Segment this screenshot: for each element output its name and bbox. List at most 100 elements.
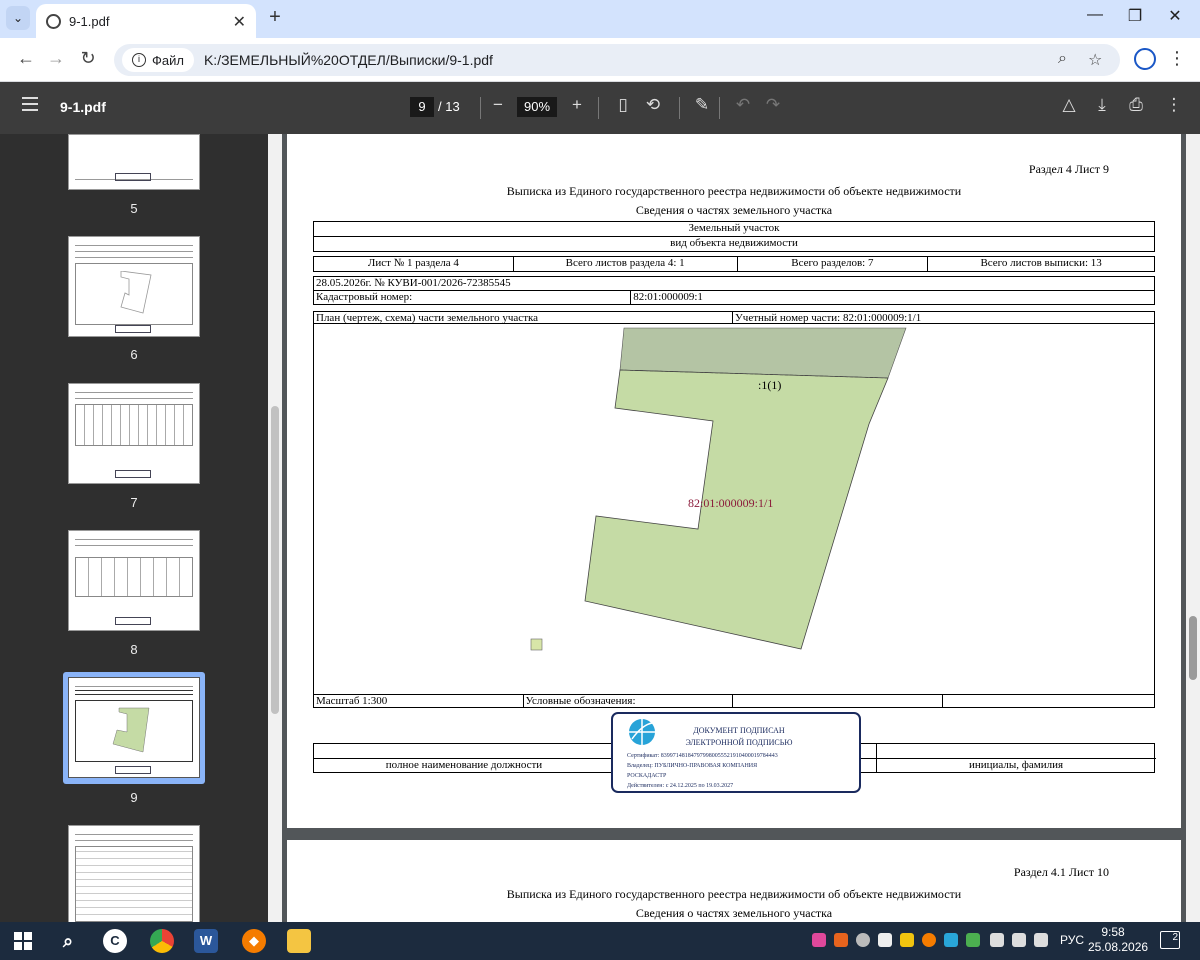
- section-sheet-label: Раздел 4 Лист 9: [1028, 162, 1109, 176]
- scale-row: Масштаб 1:300 Условные обозначения:: [313, 694, 1155, 708]
- menu-icon[interactable]: [22, 97, 38, 111]
- document-viewer: Раздел 4 Лист 9 Выписка из Единого госуд…: [282, 134, 1186, 922]
- thumbnail-label: 7: [130, 495, 138, 510]
- back-icon[interactable]: ←: [14, 48, 38, 69]
- page-number-input[interactable]: 9: [410, 97, 434, 117]
- notification-icon[interactable]: 2: [1160, 931, 1180, 949]
- browser-toolbar: ← → ↻ i Файл K:/ЗЕМЕЛЬНЫЙ%20ОТДЕЛ/Выписк…: [0, 38, 1200, 82]
- cadastral-row: Кадастровый номер: 82:01:000009:1: [313, 290, 1155, 305]
- fit-page-icon[interactable]: ▯: [611, 95, 635, 115]
- clock-time: 9:58: [1101, 925, 1125, 939]
- globe-icon: [46, 13, 61, 29]
- site-info-chip[interactable]: i Файл: [122, 48, 194, 72]
- app-c-icon[interactable]: C: [103, 929, 127, 953]
- stamp-owner2: РОСКАДАСТР: [627, 773, 667, 779]
- part-number: Учетный номер части: 82:01:000009:1/1: [735, 312, 922, 324]
- pdf-toolbar: 9-1.pdf 9 / 13 − 90% + ▯ ⟲ ✎ ↶ ↷ △ ⤓ ⎙ ⋮: [0, 82, 1200, 134]
- annotate-icon[interactable]: ✎: [690, 95, 714, 115]
- taskbar: ⌕ C W ◆ РУС 9:58 25.08.2026 2: [0, 922, 1200, 960]
- name-label: инициалы, фамилия: [968, 759, 1064, 771]
- cadastral-label: Кадастровый номер:: [314, 291, 632, 304]
- toolbar-divider: [480, 97, 481, 119]
- bookmark-star-icon[interactable]: ☆: [1088, 50, 1102, 70]
- object-row: Земельный участок: [313, 221, 1155, 237]
- stamp-details: Сертификат: 8399714818479799800555219104…: [627, 751, 778, 791]
- close-window-icon[interactable]: ✕: [1160, 6, 1190, 26]
- legend-label: Условные обозначения:: [524, 695, 733, 707]
- tray-app-icon[interactable]: [900, 933, 914, 947]
- zoom-out-icon[interactable]: −: [486, 95, 510, 115]
- redo-icon[interactable]: ↷: [761, 95, 785, 115]
- tray-app-icon[interactable]: [856, 933, 870, 947]
- rotate-icon[interactable]: ⟲: [641, 95, 665, 115]
- tray-app-icon[interactable]: [834, 933, 848, 947]
- signature-stamp: ДОКУМЕНТ ПОДПИСАН ЭЛЕКТРОННОЙ ПОДПИСЬЮ С…: [611, 712, 861, 793]
- thumbnail-page-8[interactable]: [68, 530, 200, 631]
- parcel-label: 82:01:000009:1/1: [688, 496, 774, 510]
- address-bar[interactable]: i Файл K:/ЗЕМЕЛЬНЫЙ%20ОТДЕЛ/Выписки/9-1.…: [114, 44, 1120, 76]
- input-language[interactable]: РУС: [1060, 933, 1084, 947]
- neighbor-part-shape: [619, 327, 907, 379]
- flame-app-icon[interactable]: ◆: [242, 929, 266, 953]
- roskadastr-logo-icon: [629, 719, 655, 745]
- stamp-title: ДОКУМЕНТ ПОДПИСАН ЭЛЕКТРОННОЙ ПОДПИСЬЮ: [669, 725, 809, 749]
- sheet-cell: Всего разделов: 7: [738, 257, 929, 271]
- minimize-icon[interactable]: —: [1080, 6, 1110, 24]
- print-icon[interactable]: ⎙: [1124, 95, 1148, 115]
- keyboard-icon[interactable]: [1034, 933, 1048, 947]
- thumbnail-page-7[interactable]: [68, 383, 200, 484]
- stamp-line1: ДОКУМЕНТ ПОДПИСАН: [693, 726, 785, 735]
- stamp-line2: ЭЛЕКТРОННОЙ ПОДПИСЬЮ: [685, 738, 793, 747]
- thumbnail-label: 6: [130, 347, 138, 362]
- tray-app-icon[interactable]: [812, 933, 826, 947]
- zoom-in-icon[interactable]: +: [565, 95, 589, 115]
- tray-app-icon[interactable]: [878, 933, 892, 947]
- volume-icon[interactable]: [1012, 933, 1026, 947]
- sidebar-scroll-thumb[interactable]: [271, 406, 279, 714]
- url-text[interactable]: K:/ЗЕМЕЛЬНЫЙ%20ОТДЕЛ/Выписки/9-1.pdf: [204, 52, 493, 68]
- document-subtitle: Сведения о частях земельного участка: [635, 203, 833, 217]
- tab-strip: ⌄ 9-1.pdf ✕ + — ❐ ✕: [0, 0, 1200, 38]
- plan-label: План (чертеж, схема) части земельного уч…: [314, 312, 733, 324]
- close-tab-icon[interactable]: ✕: [233, 12, 246, 32]
- reload-icon[interactable]: ↻: [76, 48, 100, 69]
- thumbnail-page-9[interactable]: [68, 677, 200, 778]
- page-total: / 13: [438, 99, 460, 114]
- document-scroll-thumb[interactable]: [1189, 616, 1197, 680]
- profile-avatar-icon[interactable]: [1134, 48, 1156, 70]
- drive-icon[interactable]: △: [1057, 95, 1081, 115]
- tab-search-chevron-icon[interactable]: ⌄: [6, 6, 30, 30]
- zoom-input[interactable]: 90%: [517, 97, 557, 117]
- new-tab-icon[interactable]: +: [264, 6, 286, 30]
- thumbnail-label: 5: [130, 201, 138, 216]
- search-icon[interactable]: ⌕: [56, 929, 80, 953]
- position-label: полное наименование должности: [385, 759, 543, 771]
- tray-app-icon[interactable]: [922, 933, 936, 947]
- thumbnail-page-10[interactable]: [68, 825, 200, 922]
- tab-pdf[interactable]: 9-1.pdf ✕: [36, 4, 256, 38]
- toolbar-divider: [598, 97, 599, 119]
- forward-icon[interactable]: →: [44, 48, 68, 69]
- restore-icon[interactable]: ❐: [1120, 6, 1150, 26]
- windows-start-icon[interactable]: [14, 932, 32, 950]
- document-scrollbar[interactable]: [1186, 134, 1200, 922]
- pdf-file-name: 9-1.pdf: [60, 99, 106, 115]
- zoom-icon[interactable]: ⌕: [1058, 50, 1067, 68]
- file-chip-label: Файл: [152, 52, 184, 68]
- sidebar-scrollbar[interactable]: [268, 134, 282, 922]
- undo-icon[interactable]: ↶: [731, 95, 755, 115]
- tray-app-icon[interactable]: [944, 933, 958, 947]
- more-actions-icon[interactable]: ⋮: [1162, 95, 1186, 115]
- network-icon[interactable]: [990, 933, 1004, 947]
- file-explorer-icon[interactable]: [287, 929, 311, 953]
- thumbnail-page-6[interactable]: [68, 236, 200, 337]
- clock[interactable]: 9:58 25.08.2026: [1088, 925, 1148, 955]
- parcel-outline-icon: [120, 271, 152, 314]
- download-icon[interactable]: ⤓: [1090, 95, 1114, 115]
- object-type: вид объекта недвижимости: [670, 237, 798, 249]
- word-icon[interactable]: W: [194, 929, 218, 953]
- more-menu-icon[interactable]: ⋮: [1168, 48, 1186, 69]
- tray-app-icon[interactable]: [966, 933, 980, 947]
- thumbnail-page-5[interactable]: [68, 134, 200, 190]
- chrome-icon[interactable]: [150, 929, 174, 953]
